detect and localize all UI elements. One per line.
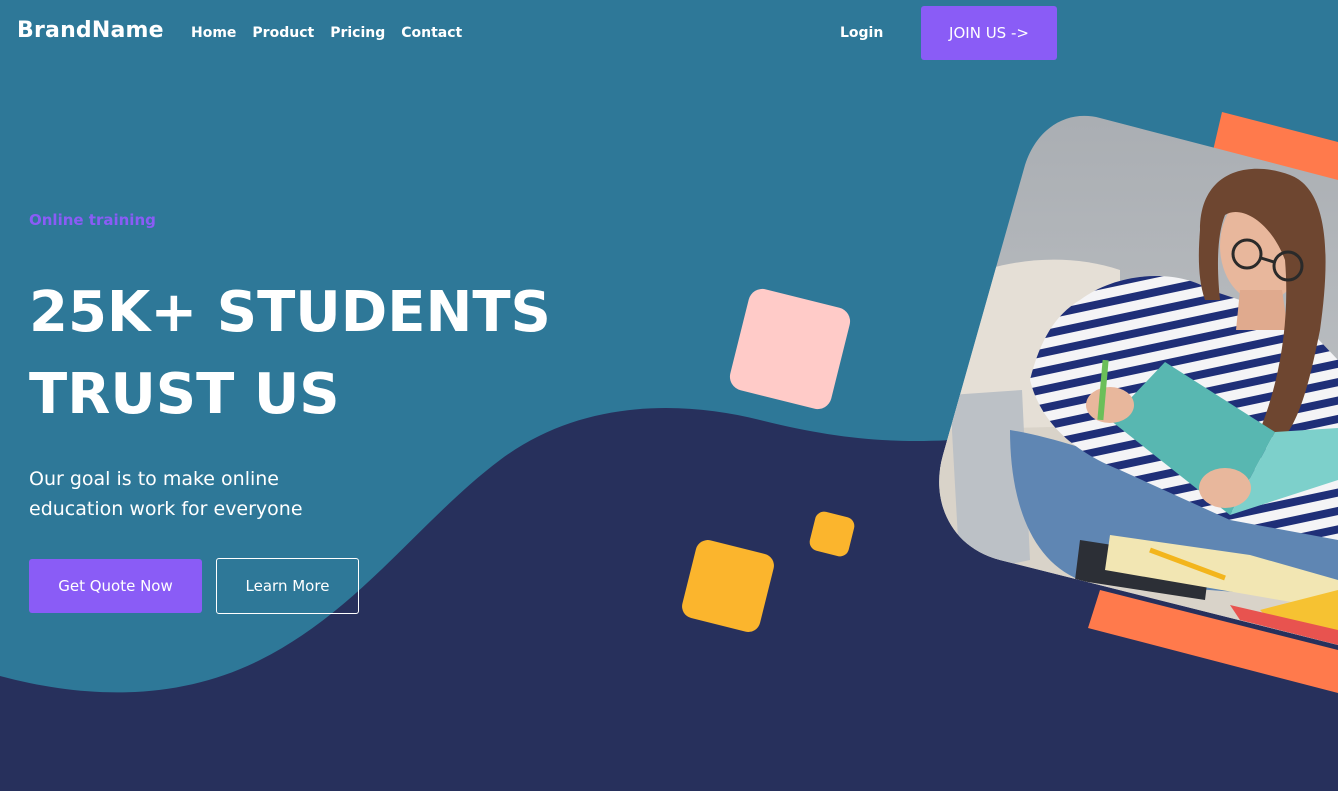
hero-subtitle: Our goal is to make online education wor… <box>29 464 369 524</box>
nav-link-home[interactable]: Home <box>191 25 236 41</box>
landing-page: BrandName Home Product Pricing Contact L… <box>0 0 1338 791</box>
hero-subtitle-line-2: education work for everyone <box>29 498 303 520</box>
brand-logo[interactable]: BrandName <box>17 18 164 43</box>
hero-headline-line-2: TRUST US <box>29 362 340 427</box>
hero-headline: 25K+ STUDENTS TRUST US <box>29 272 629 436</box>
login-link[interactable]: Login <box>840 25 883 41</box>
nav-link-contact[interactable]: Contact <box>401 25 462 41</box>
join-us-button[interactable]: JOIN US -> <box>921 6 1057 60</box>
nav-link-product[interactable]: Product <box>252 25 314 41</box>
top-navigation: BrandName Home Product Pricing Contact L… <box>0 0 1338 66</box>
hero-subtitle-line-1: Our goal is to make online <box>29 468 279 490</box>
hero-headline-line-1: 25K+ STUDENTS <box>29 280 551 345</box>
nav-link-pricing[interactable]: Pricing <box>330 25 385 41</box>
nav-links: Home Product Pricing Contact <box>191 25 462 41</box>
learn-more-button[interactable]: Learn More <box>216 558 359 614</box>
hero-eyebrow: Online training <box>29 211 156 229</box>
get-quote-button[interactable]: Get Quote Now <box>29 559 202 613</box>
